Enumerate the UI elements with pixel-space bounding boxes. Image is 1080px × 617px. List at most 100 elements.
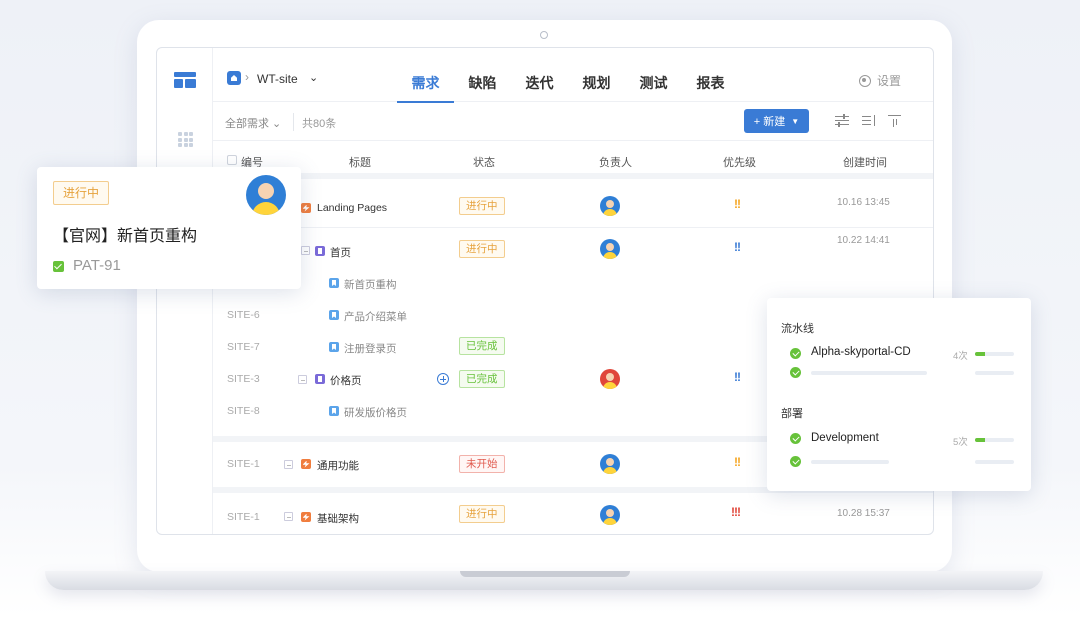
row-title[interactable]: 注册登录页 [344, 341, 397, 356]
success-icon [790, 348, 801, 359]
apps-grid-icon[interactable] [178, 132, 193, 147]
table-header: 编号 标题 状态 负责人 优先级 创建时间 [213, 141, 933, 179]
placeholder-line [975, 460, 1014, 464]
row-title[interactable]: 新首页重构 [344, 277, 397, 292]
logo-icon[interactable] [174, 72, 196, 88]
status-badge[interactable]: 未开始 [459, 455, 505, 473]
filter-label: 全部需求 [225, 118, 269, 130]
table-row[interactable]: 新首页重构 [213, 268, 933, 300]
sort-icon[interactable] [862, 114, 876, 128]
divider [213, 227, 933, 228]
task-title[interactable]: 【官网】新首页重构 [53, 222, 197, 246]
avatar[interactable] [246, 175, 286, 215]
laptop-notch [460, 571, 630, 577]
placeholder-line [975, 371, 1014, 375]
gear-icon [858, 74, 871, 87]
expand-icon[interactable] [284, 512, 293, 521]
tab-reports[interactable]: 报表 [682, 73, 739, 103]
home-icon[interactable] [227, 71, 241, 85]
pipeline-section-title: 流水线 [781, 323, 814, 335]
tab-testing[interactable]: 测试 [625, 73, 682, 103]
row-code[interactable]: SITE-1 [227, 511, 260, 523]
col-status[interactable]: 状态 [473, 154, 495, 170]
task-detail-card[interactable]: 进行中 【官网】新首页重构 PAT-91 [37, 167, 301, 289]
feature-icon [301, 203, 311, 213]
epic-icon [315, 374, 325, 384]
project-selector[interactable]: WT-site [257, 72, 298, 86]
new-button-label: + 新建 [753, 116, 786, 128]
tab-planning[interactable]: 规划 [568, 73, 625, 103]
devops-card: 流水线 Alpha-skyportal-CD 4次 部署 Development… [767, 298, 1031, 491]
settings-label: 设置 [876, 74, 901, 88]
story-icon [329, 278, 339, 288]
priority-icon[interactable]: !! [734, 370, 741, 384]
placeholder-line [811, 460, 889, 464]
table-row[interactable]: 首页 进行中 !! 10.22 14:41 [213, 235, 933, 267]
priority-icon[interactable]: !! [734, 455, 741, 469]
filter-icon[interactable] [888, 114, 902, 128]
pipeline-progress-bar [975, 352, 1014, 356]
status-badge[interactable]: 进行中 [459, 505, 505, 523]
collapse-icon[interactable] [301, 246, 310, 255]
table-row[interactable]: SITE-1 基础架构 进行中 !!! 10.28 15:37 [213, 501, 933, 533]
row-code[interactable]: SITE-7 [227, 341, 260, 353]
caret-down-icon[interactable]: ▼ [791, 117, 799, 126]
col-priority[interactable]: 优先级 [723, 154, 756, 170]
status-badge[interactable]: 进行中 [459, 240, 505, 258]
story-icon [329, 406, 339, 416]
sliders-icon[interactable] [835, 114, 849, 128]
success-icon [790, 456, 801, 467]
expand-icon[interactable] [284, 460, 293, 469]
deploy-env-name[interactable]: Development [811, 432, 879, 444]
priority-icon[interactable]: !!! [731, 505, 741, 519]
tab-requirements[interactable]: 需求 [397, 73, 454, 103]
avatar[interactable] [600, 196, 620, 216]
row-title[interactable]: 产品介绍菜单 [344, 309, 407, 324]
row-title[interactable]: 研发版价格页 [344, 405, 407, 420]
avatar[interactable] [600, 505, 620, 525]
row-code[interactable]: SITE-3 [227, 373, 260, 385]
success-icon [790, 433, 801, 444]
row-code[interactable]: SITE-6 [227, 309, 260, 321]
settings-button[interactable]: 设置 [858, 72, 901, 89]
breadcrumb-separator-icon: › [245, 70, 249, 84]
checkbox-checked-icon [53, 261, 64, 272]
row-title[interactable]: 基础架构 [317, 511, 359, 526]
col-title[interactable]: 标题 [349, 154, 371, 170]
avatar[interactable] [600, 454, 620, 474]
filter-dropdown[interactable]: 全部需求 ⌄ [225, 115, 281, 131]
col-assignee[interactable]: 负责人 [599, 154, 632, 170]
row-title[interactable]: Landing Pages [317, 202, 387, 214]
chevron-down-icon[interactable]: ⌄ [309, 71, 318, 84]
row-code[interactable]: SITE-1 [227, 458, 260, 470]
select-all-checkbox[interactable] [227, 155, 237, 165]
table-row[interactable]: Landing Pages 进行中 !! 10.16 13:45 [213, 192, 933, 224]
priority-icon[interactable]: !! [734, 197, 741, 211]
status-badge[interactable]: 已完成 [459, 370, 505, 388]
col-created[interactable]: 创建时间 [843, 154, 887, 170]
status-badge[interactable]: 进行中 [53, 181, 110, 205]
status-badge[interactable]: 已完成 [459, 337, 505, 355]
add-child-icon[interactable] [437, 373, 449, 385]
collapse-icon[interactable] [298, 375, 307, 384]
avatar[interactable] [600, 369, 620, 389]
deploy-progress-bar [975, 438, 1014, 442]
pipeline-progress-fill [975, 352, 985, 356]
row-title[interactable]: 价格页 [330, 373, 362, 388]
tab-iterations[interactable]: 迭代 [511, 73, 568, 103]
item-count: 共80条 [302, 118, 337, 130]
pipeline-name[interactable]: Alpha-skyportal-CD [811, 346, 911, 358]
priority-icon[interactable]: !! [734, 240, 741, 254]
list-toolbar: 全部需求 ⌄ 共80条 + 新建 ▼ [213, 103, 933, 141]
row-title[interactable]: 通用功能 [317, 458, 359, 473]
status-badge[interactable]: 进行中 [459, 197, 505, 215]
sidebar [157, 48, 213, 534]
deploy-progress-fill [975, 438, 985, 442]
new-button[interactable]: + 新建 ▼ [744, 109, 809, 133]
created-time: 10.28 15:37 [837, 508, 890, 519]
row-title[interactable]: 首页 [330, 245, 351, 260]
avatar[interactable] [600, 239, 620, 259]
story-icon [329, 310, 339, 320]
row-code[interactable]: SITE-8 [227, 405, 260, 417]
tab-defects[interactable]: 缺陷 [454, 73, 511, 103]
